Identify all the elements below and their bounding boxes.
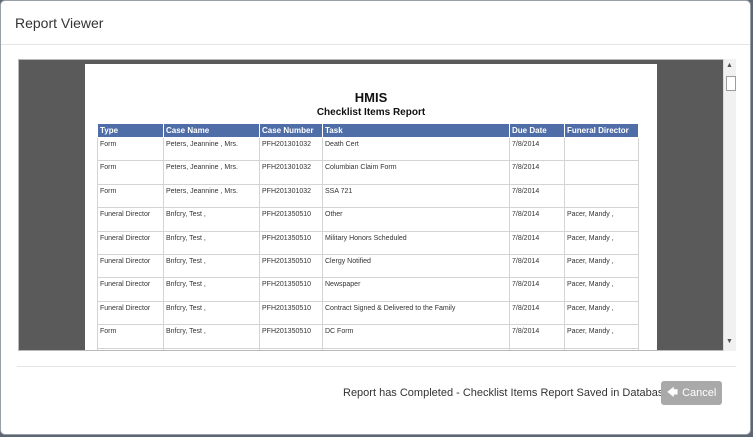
table-cell: 7/8/2014: [509, 183, 565, 209]
table-row: Funeral Director Bnfcry, Test , PFH2013505…: [97, 300, 639, 326]
table-cell: PFH201350510: [259, 347, 323, 350]
table-cell: Funeral Director: [97, 277, 164, 302]
table-cell: Pacer, Mandy ,: [564, 300, 639, 326]
table-row: Funeral Director Bnfcry, Test , PFH2013505…: [97, 207, 639, 232]
table-cell: Pacer, Mandy ,: [564, 347, 639, 350]
column-header: Case Number: [259, 123, 323, 138]
report-subtitle: Checklist Items Report: [316, 107, 426, 118]
cancel-button[interactable]: 🡄 Cancel: [661, 381, 722, 405]
table-cell: Clergy Notified: [322, 253, 510, 279]
column-header: Task: [322, 123, 510, 138]
table-cell: SSA 721: [322, 183, 510, 209]
table-cell: 7/8/2014: [509, 347, 565, 350]
arrow-left-icon: 🡄: [666, 386, 679, 399]
table-cell: Funeral Director: [97, 207, 164, 232]
table-cell: Bnfcry, Test ,: [163, 347, 260, 350]
table-cell: 7/8/2014: [509, 136, 565, 162]
table-cell: [564, 136, 639, 162]
table-cell: Pacer, Mandy ,: [564, 230, 639, 255]
table-row: Funeral Director Bnfcry, Test , PFH2013505…: [97, 277, 639, 302]
table-cell: Form: [97, 160, 164, 185]
column-header: Funeral Director: [564, 123, 639, 138]
table-cell: Form: [97, 347, 164, 350]
table-row: Funeral Director Bnfcry, Test , PFH2013505…: [97, 253, 639, 279]
table-cell: Form: [97, 136, 164, 162]
table-cell: 7/8/2014: [509, 300, 565, 326]
table-cell: PFH201350510: [259, 324, 323, 349]
report-viewer-pane[interactable]: HMIS Checklist Items Report Type Case Nam…: [18, 59, 736, 351]
table-row: Form Bnfcry, Test , PFH201350510 DC Form 7/8…: [97, 324, 639, 349]
table-cell: Peters, Jeannine , Mrs.: [163, 183, 260, 209]
table-cell: Pacer, Mandy ,: [564, 207, 639, 232]
table-cell: 7/8/2014: [509, 230, 565, 255]
table-row: Funeral Director Bnfcry, Test , PFH2013505…: [97, 230, 639, 255]
table-cell: NH Veterans Cem: [322, 347, 510, 350]
table-cell: Pacer, Mandy ,: [564, 253, 639, 279]
scroll-thumb[interactable]: [726, 76, 736, 91]
table-row: FormBnfcry, Test ,PFH201350510NH Veteran…: [97, 347, 639, 350]
table-cell: Funeral Director: [97, 253, 164, 279]
table-row: Form Peters, Jeannine , Mrs. PFH201301032 D…: [97, 136, 639, 162]
column-header: Due Date: [509, 123, 565, 138]
table-cell: PFH201350510: [259, 207, 323, 232]
modal-title: Report Viewer: [15, 15, 104, 31]
table-cell: Bnfcry, Test ,: [163, 324, 260, 349]
modal-header: Report Viewer: [1, 1, 750, 45]
report-viewer-modal: Report Viewer HMIS Checklist Items Repor…: [0, 0, 751, 435]
table-cell: PFH201350510: [259, 253, 323, 279]
table-cell: Form: [97, 324, 164, 349]
table-cell: Funeral Director: [97, 230, 164, 255]
table-cell: Contract Signed & Delivered to the Famil…: [322, 300, 510, 326]
table-cell: Bnfcry, Test ,: [163, 300, 260, 326]
table-row: Form Peters, Jeannine , Mrs. PFH201301032 C…: [97, 160, 639, 185]
table-cell: Newspaper: [322, 277, 510, 302]
table-cell: [564, 160, 639, 185]
table-cell: Pacer, Mandy ,: [564, 277, 639, 302]
table-cell: Bnfcry, Test ,: [163, 230, 260, 255]
table-cell: 7/8/2014: [509, 207, 565, 232]
table-cell: PFH201350510: [259, 230, 323, 255]
table-cell: Bnfcry, Test ,: [163, 207, 260, 232]
column-header: Type: [97, 123, 164, 138]
checklist-items-table: Type Case Name Case Number Task Due Date Fune…: [97, 123, 639, 350]
table-cell: PFH201301032: [259, 160, 323, 185]
footer-divider: [17, 366, 736, 367]
table-cell: Peters, Jeannine , Mrs.: [163, 136, 260, 162]
table-cell: Death Cert: [322, 136, 510, 162]
column-header: Case Name: [163, 123, 260, 138]
table-cell: DC Form: [322, 324, 510, 349]
status-message: Report has Completed - Checklist Items R…: [343, 387, 670, 399]
table-cell: Military Honors Scheduled: [322, 230, 510, 255]
table-cell: Other: [322, 207, 510, 232]
scroll-up-icon[interactable]: ▲: [726, 62, 733, 69]
viewer-scrollbar[interactable]: ▲ ▼: [723, 59, 736, 351]
report-page: HMIS Checklist Items Report Type Case Nam…: [85, 64, 657, 350]
table-cell: Funeral Director: [97, 300, 164, 326]
table-cell: Bnfcry, Test ,: [163, 277, 260, 302]
table-cell: PFH201350510: [259, 277, 323, 302]
table-cell: Bnfcry, Test ,: [163, 253, 260, 279]
table-cell: Columbian Claim Form: [322, 160, 510, 185]
table-cell: Peters, Jeannine , Mrs.: [163, 160, 260, 185]
table-cell: PFH201301032: [259, 183, 323, 209]
table-cell: 7/8/2014: [509, 160, 565, 185]
report-title: HMIS: [354, 90, 388, 105]
table-cell: PFH201301032: [259, 136, 323, 162]
cancel-label: Cancel: [682, 387, 717, 399]
table-cell: 7/8/2014: [509, 324, 565, 349]
scroll-down-icon[interactable]: ▼: [726, 338, 733, 345]
table-cell: Form: [97, 183, 164, 209]
table-header-row: Type Case Name Case Number Task Due Date Fune…: [97, 123, 639, 138]
table-cell: [564, 183, 639, 209]
table-cell: 7/8/2014: [509, 277, 565, 302]
table-cell: PFH201350510: [259, 300, 323, 326]
table-cell: Pacer, Mandy ,: [564, 324, 639, 349]
table-row: Form Peters, Jeannine , Mrs. PFH201301032 S…: [97, 183, 639, 209]
table-cell: 7/8/2014: [509, 253, 565, 279]
